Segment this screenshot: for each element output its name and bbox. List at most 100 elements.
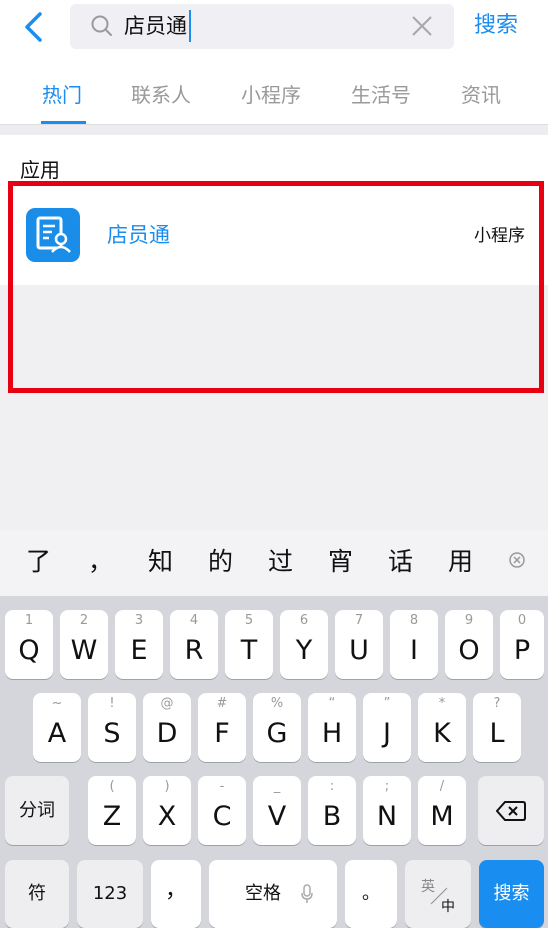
lang-chinese-label: 中: [441, 899, 455, 915]
key-label: G: [266, 718, 288, 749]
key-sub-label: %: [270, 696, 284, 711]
key-a[interactable]: ~ A: [33, 693, 81, 762]
key-sub-label: -: [219, 779, 225, 794]
backspace-icon: [496, 801, 526, 821]
clear-icon[interactable]: [409, 13, 435, 39]
key-sub-label: 8: [409, 613, 419, 628]
key-t[interactable]: 5 T: [225, 610, 273, 679]
key-label: ，: [164, 878, 187, 903]
key-sub-label: #: [216, 696, 228, 711]
key-label: 空格: [245, 883, 281, 904]
key-label: Y: [295, 635, 313, 666]
key-p[interactable]: 0 P: [500, 610, 544, 679]
key-sub-label: 3: [134, 613, 144, 628]
search-button[interactable]: 搜索: [474, 9, 518, 43]
collapse-candidates-icon[interactable]: [506, 549, 528, 571]
key-sub-label: ~: [51, 696, 63, 711]
key-g[interactable]: % G: [253, 693, 301, 762]
key-sub-label: 2: [79, 613, 89, 628]
key-l[interactable]: ? L: [473, 693, 521, 762]
key-s[interactable]: ! S: [88, 693, 136, 762]
tab-news[interactable]: 资讯: [461, 80, 501, 110]
key-sub-label: 7: [354, 613, 364, 628]
key-label: 搜索: [493, 883, 530, 904]
key-v[interactable]: _ V: [253, 776, 301, 845]
tab-mini-programs[interactable]: 小程序: [241, 80, 301, 110]
key-label: C: [212, 801, 232, 832]
microphone-icon: [301, 884, 313, 903]
key-sub-label: !: [109, 696, 115, 711]
key-x[interactable]: ) X: [143, 776, 191, 845]
key-label: L: [489, 718, 505, 749]
key-b[interactable]: : B: [308, 776, 356, 845]
key-label: W: [70, 635, 98, 666]
key-i[interactable]: 8 I: [390, 610, 438, 679]
key-c[interactable]: - C: [198, 776, 246, 845]
key-y[interactable]: 6 Y: [280, 610, 328, 679]
key-o[interactable]: 9 O: [445, 610, 493, 679]
key-label: U: [349, 635, 369, 666]
key-label: D: [156, 718, 178, 749]
candidate[interactable]: ，: [88, 545, 113, 579]
word-segment-button[interactable]: 分词: [5, 776, 69, 845]
key-sub-label: ?: [493, 696, 501, 711]
key-sub-label: ;: [384, 779, 390, 794]
keyboard-search-button[interactable]: 搜索: [479, 860, 544, 928]
key-sub-label: ): [164, 779, 170, 794]
key-r[interactable]: 4 R: [170, 610, 218, 679]
key-label: X: [157, 801, 177, 832]
key-sub-label: 5: [244, 613, 254, 628]
candidate[interactable]: 用: [448, 545, 473, 579]
key-label: F: [214, 718, 230, 749]
search-icon: [91, 15, 112, 36]
language-switch-button[interactable]: 英 中: [405, 860, 471, 928]
search-input[interactable]: 店员通: [124, 12, 187, 40]
key-label: P: [513, 635, 531, 666]
back-arrow-icon[interactable]: [18, 10, 52, 44]
key-k[interactable]: * K: [418, 693, 466, 762]
tab-contacts[interactable]: 联系人: [131, 80, 191, 110]
candidate[interactable]: 知: [148, 545, 173, 579]
candidate[interactable]: 话: [388, 545, 413, 579]
key-label: O: [458, 635, 480, 666]
key-z[interactable]: ( Z: [88, 776, 136, 845]
key-w[interactable]: 2 W: [60, 610, 108, 679]
key-sub-label: 4: [189, 613, 199, 628]
candidate[interactable]: 宵: [328, 545, 353, 579]
candidate[interactable]: 的: [208, 545, 233, 579]
key-label: 。: [362, 883, 380, 904]
key-label: I: [410, 635, 418, 666]
key-sub-label: /: [439, 779, 445, 794]
candidate[interactable]: 过: [268, 545, 293, 579]
key-f[interactable]: # F: [198, 693, 246, 762]
key-label: S: [103, 718, 121, 749]
key-sub-label: @: [160, 696, 174, 711]
key-label: E: [130, 635, 148, 666]
key-sub-label: 0: [517, 613, 527, 628]
highlight-box: [8, 181, 544, 393]
period-key[interactable]: 。: [345, 860, 397, 928]
key-sub-label: “: [328, 696, 336, 711]
comma-key[interactable]: ，: [151, 860, 201, 928]
key-label: 符: [28, 883, 46, 904]
key-q[interactable]: 1 Q: [5, 610, 53, 679]
key-h[interactable]: “ H: [308, 693, 356, 762]
key-sub-label: 1: [24, 613, 34, 628]
tab-hot[interactable]: 热门: [42, 80, 82, 110]
key-m[interactable]: / M: [418, 776, 466, 845]
key-n[interactable]: ; N: [363, 776, 411, 845]
backspace-button[interactable]: [478, 776, 544, 845]
tab-life-accounts[interactable]: 生活号: [351, 80, 411, 110]
key-u[interactable]: 7 U: [335, 610, 383, 679]
key-label: T: [240, 635, 258, 666]
symbol-button[interactable]: 符: [5, 860, 69, 928]
candidate[interactable]: 了: [26, 545, 51, 579]
key-d[interactable]: @ D: [143, 693, 191, 762]
key-label: H: [321, 718, 343, 749]
key-sub-label: _: [273, 779, 281, 794]
key-e[interactable]: 3 E: [115, 610, 163, 679]
number-button[interactable]: 123: [77, 860, 143, 928]
key-sub-label: 6: [299, 613, 309, 628]
space-key[interactable]: 空格: [209, 860, 337, 928]
key-j[interactable]: ” J: [363, 693, 411, 762]
